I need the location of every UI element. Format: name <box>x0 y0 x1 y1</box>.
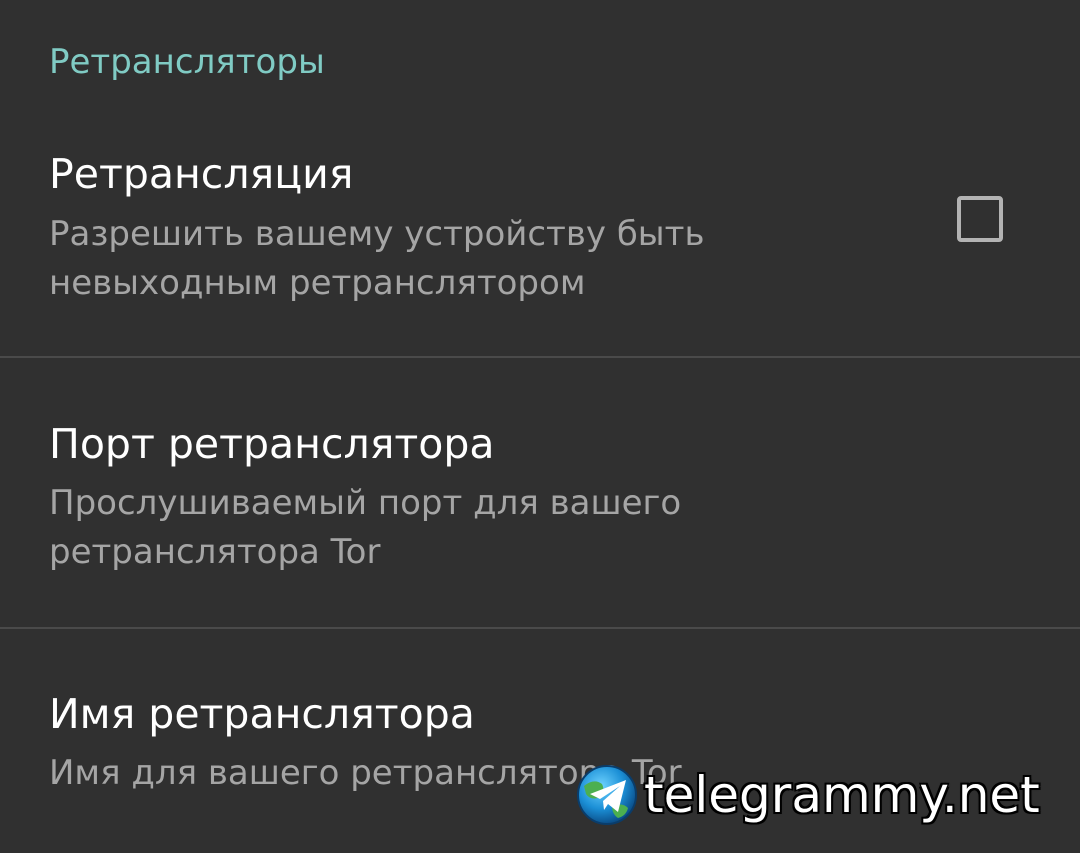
preference-relaying-summary: Разрешить вашему устройству быть невыход… <box>49 214 705 303</box>
preference-relay-nickname-title: Имя ретранслятора <box>49 690 475 738</box>
telegram-globe-icon <box>577 765 637 825</box>
divider <box>0 627 1080 629</box>
watermark-text: telegrammy.net <box>643 765 1041 825</box>
preference-relaying-title: Ретрансляция <box>49 150 354 198</box>
watermark: telegrammy.net <box>576 762 1041 828</box>
preference-relay-port-summary: Прослушиваемый порт для вашего ретрансля… <box>49 483 682 572</box>
preference-relay-port-title: Порт ретранслятора <box>49 420 495 468</box>
divider <box>0 356 1080 358</box>
relaying-checkbox[interactable] <box>957 196 1003 242</box>
section-header-relays: Ретрансляторы <box>49 42 325 82</box>
